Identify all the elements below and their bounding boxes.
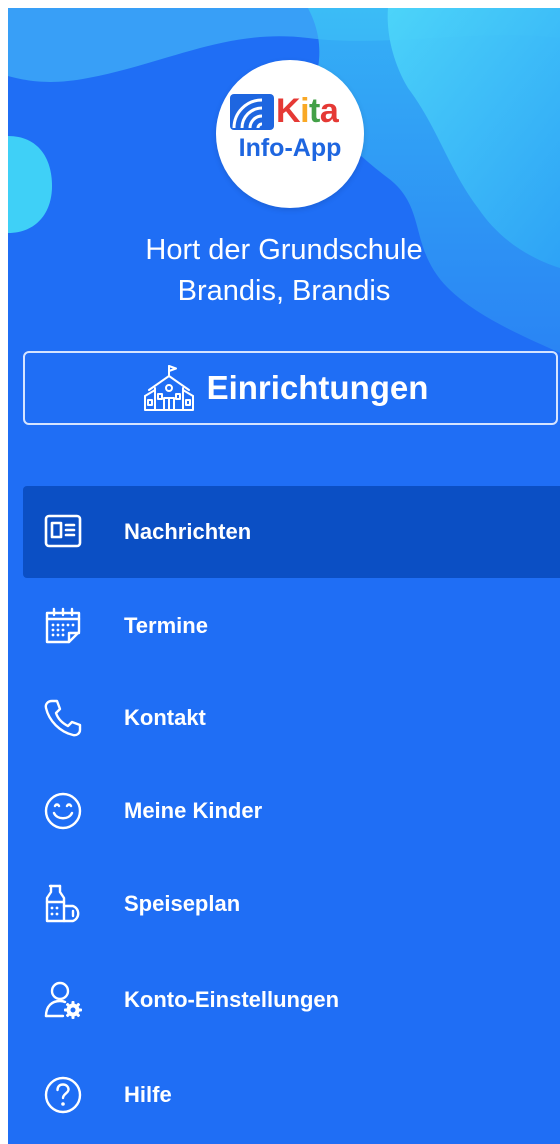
menu-item-termine[interactable]: Termine bbox=[23, 580, 560, 672]
phone-icon bbox=[44, 699, 82, 737]
calendar-icon bbox=[45, 607, 81, 644]
facilities-button[interactable]: Einrichtungen bbox=[23, 351, 558, 425]
menu-item-label: Konto-Einstellungen bbox=[124, 987, 340, 1012]
menu-item-hilfe[interactable]: Hilfe bbox=[23, 1049, 560, 1141]
menu-item-nachrichten[interactable]: Nachrichten bbox=[23, 486, 560, 578]
menu-item-label: Speiseplan bbox=[124, 891, 241, 916]
school-building-icon bbox=[143, 365, 194, 411]
logo-kita-text: Kita bbox=[276, 92, 339, 130]
menu-item-label: Termine bbox=[124, 613, 208, 638]
food-icon bbox=[45, 884, 80, 923]
facilities-button-label: Einrichtungen bbox=[206, 369, 429, 406]
menu-item-label: Meine Kinder bbox=[124, 798, 263, 823]
menu-item-kontakt[interactable]: Kontakt bbox=[23, 672, 560, 764]
menu-item-speiseplan[interactable]: Speiseplan bbox=[23, 858, 560, 950]
account-settings-icon bbox=[44, 981, 82, 1019]
menu-item-label: Kontakt bbox=[124, 705, 206, 730]
institution-name-line2: Brandis, Brandis bbox=[177, 275, 391, 307]
institution-name-line1: Hort der Grundschule bbox=[145, 234, 423, 266]
kita-info-app-logo: Kita Info-App bbox=[216, 60, 364, 208]
menu-item-meine-kinder[interactable]: Meine Kinder bbox=[23, 765, 560, 857]
screen: Kita Info-App Hort der Grundschule Brand… bbox=[0, 0, 560, 1144]
menu-item-label: Hilfe bbox=[124, 1082, 172, 1107]
signal-waves-icon bbox=[230, 94, 274, 130]
menu-item-label: Nachrichten bbox=[124, 519, 252, 544]
news-icon bbox=[44, 514, 82, 548]
logo-subtitle: Info-App bbox=[238, 134, 342, 162]
smiley-icon bbox=[44, 792, 82, 830]
institution-name: Hort der Grundschule Brandis, Brandis bbox=[8, 230, 560, 312]
help-icon bbox=[44, 1076, 82, 1114]
navigation-drawer: Kita Info-App Hort der Grundschule Brand… bbox=[8, 8, 560, 1144]
menu-item-konto-einstellungen[interactable]: Konto-Einstellungen bbox=[23, 954, 560, 1046]
